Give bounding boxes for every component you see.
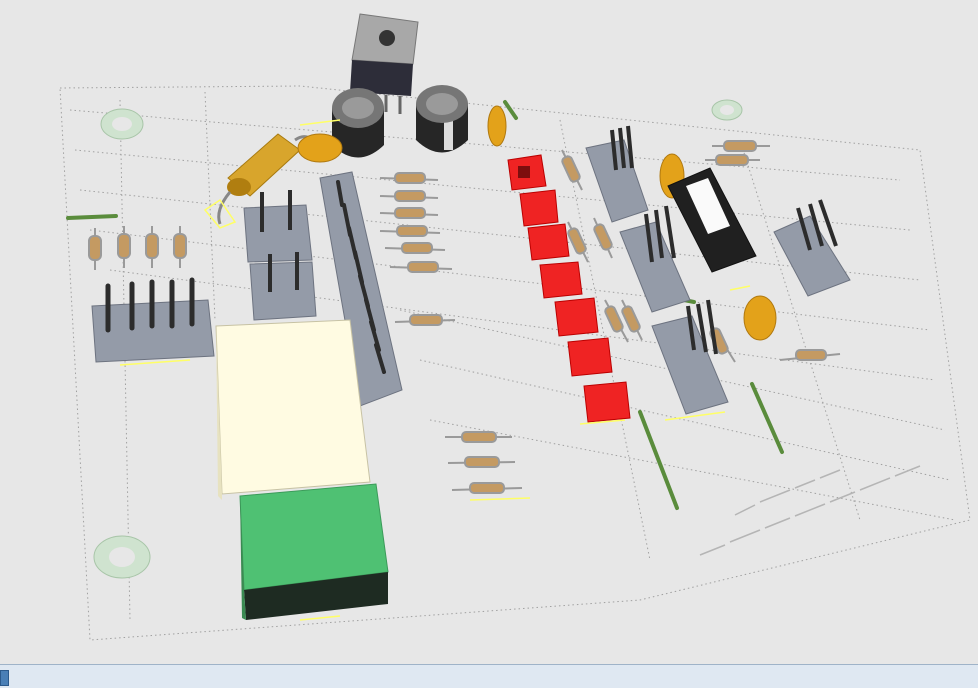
header-right-3 xyxy=(651,299,729,415)
electrolytic-cap-2 xyxy=(416,85,468,153)
silkscreen-text xyxy=(699,465,921,556)
silkscreen-outlines xyxy=(119,119,751,621)
status-bar xyxy=(0,664,978,688)
dip-ic xyxy=(667,167,757,273)
pcb-3d-viewport[interactable] xyxy=(0,0,978,664)
header-right-2 xyxy=(619,205,691,313)
usb-connector xyxy=(215,319,371,500)
header-right-1 xyxy=(585,125,649,223)
header-2pin-b xyxy=(249,252,317,321)
led-7 xyxy=(583,381,631,423)
header-2pin-a xyxy=(243,190,313,263)
mounting-hole-2 xyxy=(93,535,151,579)
status-icon xyxy=(0,670,9,686)
terminal-block xyxy=(239,483,389,620)
led-4 xyxy=(539,261,583,299)
led-1 xyxy=(507,154,547,191)
led-6 xyxy=(567,337,613,377)
mounting-hole-3 xyxy=(711,99,743,121)
resistor-left-group xyxy=(88,226,187,270)
header-5pin xyxy=(91,277,215,363)
pcb-3d-render xyxy=(59,13,971,641)
led-5 xyxy=(554,297,599,337)
led-2 xyxy=(519,189,559,227)
mounting-hole-1 xyxy=(100,108,144,140)
resistor-middle-group xyxy=(379,172,523,494)
led-3 xyxy=(527,223,570,261)
header-right-4 xyxy=(773,199,851,297)
